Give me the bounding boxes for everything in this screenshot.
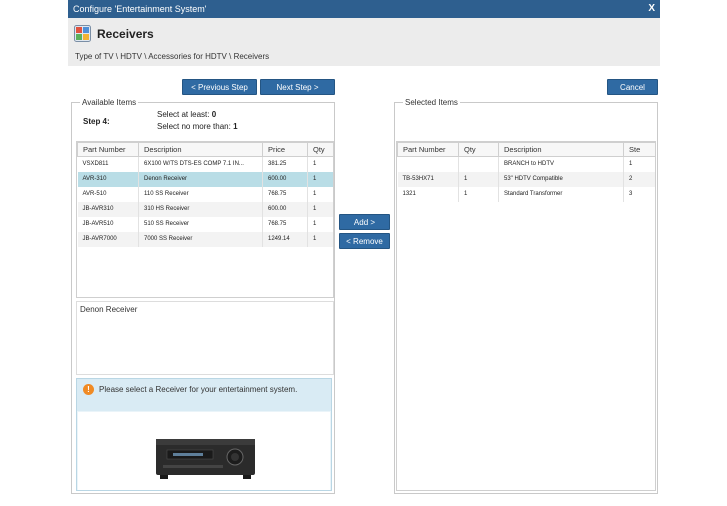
column-header-part-number[interactable]: Part Number — [77, 142, 139, 157]
selected-header-row: Part Number Qty Description Ste — [397, 142, 655, 157]
qty-cell: 1 — [307, 171, 333, 187]
table-row[interactable]: JB-AVR7000 7000 SS Receiver 1249.14 1 — [77, 231, 333, 247]
price-cell: 381.25 — [262, 156, 308, 172]
qty-cell: 1 — [307, 216, 333, 232]
table-row[interactable]: JB-AVR510 510 SS Receiver 768.75 1 — [78, 216, 333, 232]
part-number-cell: TB-53HX71 — [397, 171, 459, 187]
select-no-more-label: Select no more than: — [157, 122, 231, 131]
available-items-legend: Available Items — [82, 98, 137, 107]
price-cell: 600.00 — [262, 201, 308, 217]
qty-cell: 1 — [307, 156, 333, 172]
description-cell: 510 SS Receiver — [138, 216, 263, 232]
previous-step-button[interactable]: < Previous Step — [182, 79, 257, 95]
qty-cell: 1 — [307, 186, 333, 202]
column-header-qty[interactable]: Qty — [307, 142, 333, 157]
table-row-selected[interactable]: AVR-310 Denon Receiver 600.00 1 — [77, 171, 333, 187]
remove-button[interactable]: < Remove — [339, 233, 390, 249]
column-header-description[interactable]: Description — [498, 142, 624, 157]
qty-cell: 1 — [458, 171, 499, 187]
part-number-cell: VSXD811 — [82, 161, 109, 168]
description-cell: Denon Receiver — [138, 171, 263, 187]
step-cell: 2 — [623, 171, 655, 187]
breadcrumb: Type of TV \ HDTV \ Accessories for HDTV… — [75, 52, 270, 61]
column-header-qty[interactable]: Qty — [458, 142, 499, 157]
step-label: Step 4: — [83, 117, 110, 126]
part-number-cell: JB-AVR310 — [77, 201, 139, 217]
add-button[interactable]: Add > — [339, 214, 390, 230]
selected-items-legend: Selected Items — [405, 98, 458, 107]
message-bar — [77, 379, 331, 411]
qty-cell: 1 — [307, 201, 333, 217]
table-row[interactable]: JB-AVR310 310 HS Receiver 600.00 1 — [77, 201, 333, 217]
select-at-least-value: 0 — [211, 110, 217, 119]
available-header-row: Part Number Description Price Qty — [77, 142, 333, 157]
part-number-cell: JB-AVR7000 — [77, 231, 139, 247]
qty-cell: 1 — [458, 186, 499, 202]
description-cell: 53" HDTV Compatible — [498, 171, 624, 187]
price-cell: 768.75 — [262, 186, 308, 202]
step-cell: 1 — [623, 156, 655, 172]
part-number-cell: 1321 — [402, 191, 416, 197]
table-row[interactable]: TB-53HX71 1 53" HDTV Compatible 2 — [397, 171, 655, 187]
table-row[interactable]: AVR-510 110 SS Receiver 768.75 1 — [78, 186, 333, 202]
description-cell: 310 HS Receiver — [138, 201, 263, 217]
table-row[interactable]: 1321 1 Standard Transformer 3 — [398, 186, 655, 202]
item-description-box: Denon Receiver — [76, 301, 334, 375]
description-cell: 6X100 W/TS DTS-ES COMP 7.1 IN... — [138, 156, 263, 172]
column-header-part-number[interactable]: Part Number — [397, 142, 459, 157]
message-text: Please select a Receiver for your entert… — [99, 385, 298, 394]
page-title: Receivers — [97, 27, 154, 41]
part-number-cell: JB-AVR510 — [82, 221, 114, 227]
select-no-more-text: Select no more than: 1 — [157, 122, 238, 131]
cancel-button[interactable]: Cancel — [607, 79, 658, 95]
selected-items-grid[interactable]: Part Number Qty Description Ste BRANCH t… — [396, 141, 656, 491]
next-step-button[interactable]: Next Step > — [260, 79, 335, 95]
table-row[interactable]: BRANCH to HDTV 1 — [398, 156, 655, 172]
available-items-grid[interactable]: Part Number Description Price Qty VSXD81… — [76, 141, 334, 298]
price-cell: 600.00 — [262, 171, 308, 187]
receivers-category-icon — [74, 25, 91, 42]
table-row[interactable]: VSXD811 6X100 W/TS DTS-ES COMP 7.1 IN...… — [78, 156, 333, 172]
available-items-table: Part Number Description Price Qty VSXD81… — [77, 142, 333, 247]
close-button[interactable]: X — [648, 0, 655, 18]
column-header-step[interactable]: Ste — [623, 142, 655, 157]
select-at-least-label: Select at least: — [157, 110, 210, 119]
part-number-cell: AVR-310 — [77, 171, 139, 187]
av-receiver-image — [156, 439, 255, 479]
description-cell: BRANCH to HDTV — [498, 156, 624, 172]
column-header-description[interactable]: Description — [138, 142, 263, 157]
title-bar: Configure 'Entertainment System' X — [68, 0, 660, 18]
description-cell: 7000 SS Receiver — [138, 231, 263, 247]
step-header: Receivers Type of TV \ HDTV \ Accessorie… — [68, 18, 660, 66]
selected-items-table: Part Number Qty Description Ste BRANCH t… — [397, 142, 655, 202]
select-no-more-value: 1 — [233, 122, 238, 131]
part-number-cell — [398, 157, 459, 172]
description-cell: 110 SS Receiver — [138, 186, 263, 202]
select-at-least-text: Select at least: 0 — [157, 110, 216, 119]
price-cell: 768.75 — [262, 216, 308, 232]
price-cell: 1249.14 — [262, 231, 308, 247]
qty-cell — [458, 156, 499, 172]
part-number-cell: AVR-510 — [82, 191, 107, 197]
warning-icon: ! — [83, 384, 94, 395]
column-header-price[interactable]: Price — [262, 142, 308, 157]
window-title: Configure 'Entertainment System' — [73, 4, 207, 14]
description-cell: Standard Transformer — [498, 186, 624, 202]
qty-cell: 1 — [307, 231, 333, 247]
message-box: ! Please select a Receiver for your ente… — [76, 378, 332, 491]
configure-dialog: Configure 'Entertainment System' X Recei… — [68, 0, 660, 506]
step-cell: 3 — [623, 186, 655, 202]
